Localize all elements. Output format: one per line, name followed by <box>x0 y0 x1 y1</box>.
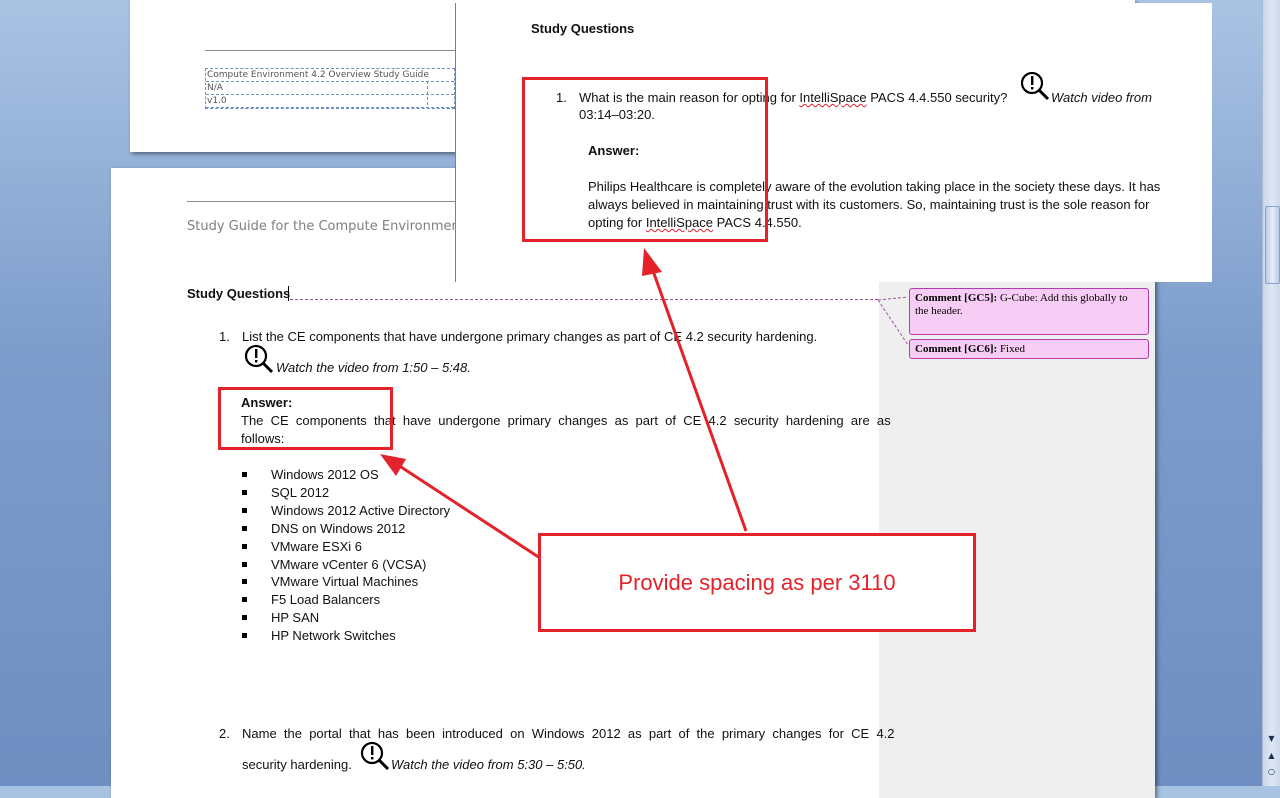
annotation-arrows <box>380 248 748 560</box>
scroll-down-icon[interactable]: ▼ <box>1265 733 1278 745</box>
scrollbar-thumb[interactable] <box>1265 206 1280 284</box>
previous-page-icon[interactable]: ▲ <box>1265 750 1278 762</box>
select-browse-object-icon[interactable]: ○ <box>1265 766 1278 778</box>
vertical-scrollbar[interactable]: ▼ ▲ ○ <box>1262 0 1280 786</box>
annotation-callout: Provide spacing as per 3110 <box>538 533 976 632</box>
